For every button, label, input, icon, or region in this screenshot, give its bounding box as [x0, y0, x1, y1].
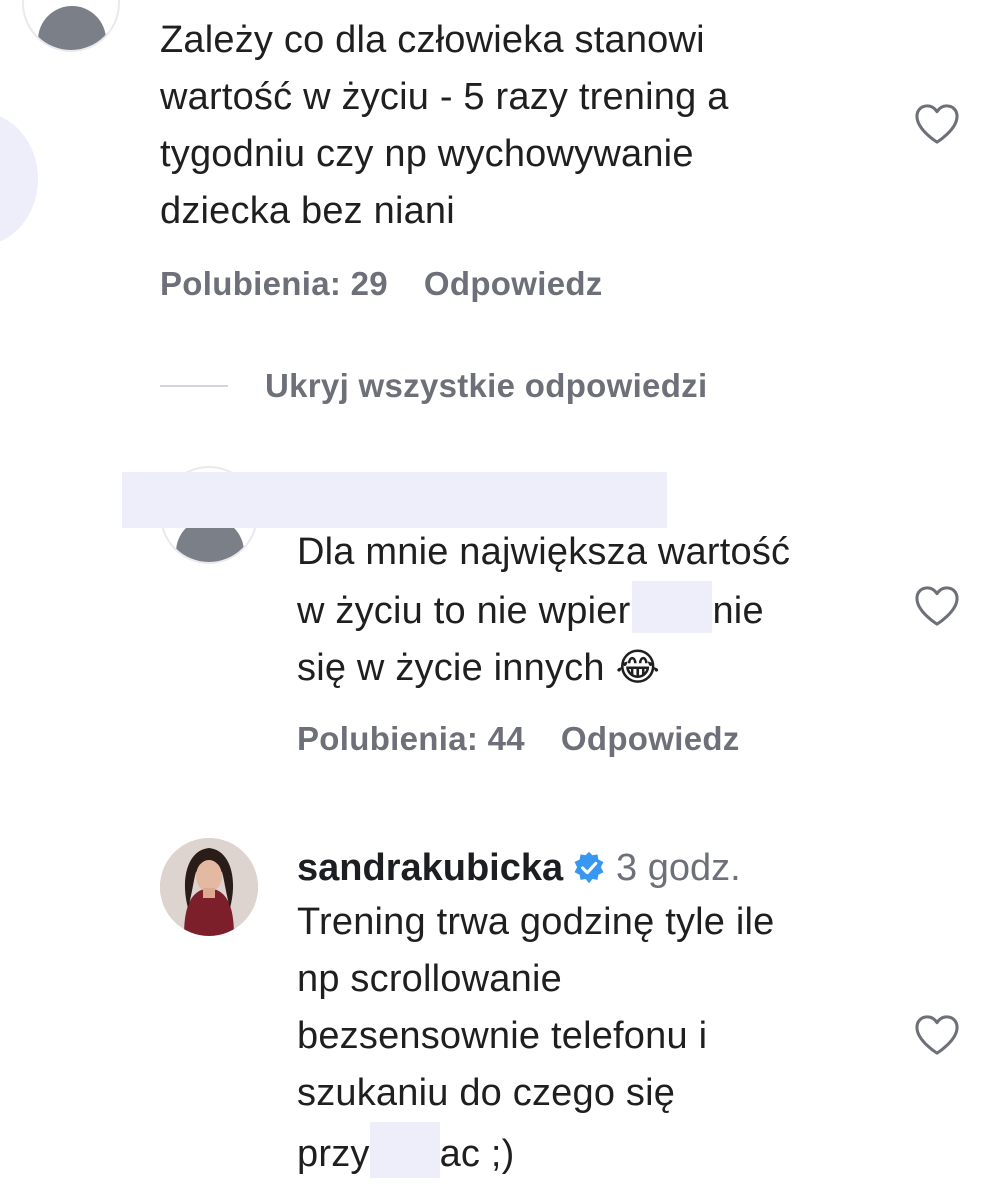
comment-1-line-3: tygodniu czy np wychowywanie: [160, 133, 694, 175]
username-link[interactable]: sandrakubicka: [297, 847, 563, 889]
verified-badge-icon: [574, 851, 604, 884]
avatar[interactable]: [22, 0, 120, 52]
comment-3-line-2: np scrollowanie: [297, 958, 562, 1000]
comment-1-likes[interactable]: Polubienia: 29: [160, 265, 388, 302]
heart-outline-icon: [915, 586, 959, 626]
comment-1-reply-button[interactable]: Odpowiedz: [424, 265, 603, 302]
username-redaction: [122, 472, 667, 528]
hide-replies-button[interactable]: Ukryj wszystkie odpowiedzi: [265, 367, 707, 405]
comment-1-body: Zależy co dla człowieka stanowi wartość …: [160, 12, 900, 240]
heart-outline-icon: [915, 1015, 959, 1055]
comment-2-like-button[interactable]: [914, 585, 960, 632]
comment-3-line-5-start: przy: [297, 1133, 370, 1175]
profile-photo: [160, 838, 258, 936]
comment-2-body: Dla mnie największa wartość w życiu to n…: [297, 524, 897, 697]
avatar-body-shape: [38, 6, 106, 50]
comment-1-meta: Polubienia: 29 Odpowiedz: [160, 265, 639, 303]
comment-1-line-4: dziecka bez niani: [160, 190, 455, 232]
comments-thread: Zależy co dla człowieka stanowi wartość …: [0, 0, 997, 1200]
comment-2-meta: Polubienia: 44 Odpowiedz: [297, 720, 776, 758]
comment-2-likes[interactable]: Polubienia: 44: [297, 720, 525, 757]
comment-3-line-4: szukaniu do czego się: [297, 1072, 676, 1114]
comment-2-line-3: się w życie innych 😂: [297, 640, 897, 697]
text-redaction: [369, 1122, 440, 1178]
comment-2-line-2: w życiu to nie wpier nie: [297, 581, 897, 640]
sandrakubicka-avatar[interactable]: [160, 838, 258, 936]
comment-3-body: Trening trwa godzinę tyle ile np scrollo…: [297, 894, 897, 1183]
comment-3-line-5: przy ac ;): [297, 1122, 897, 1183]
side-bubble: [0, 112, 38, 246]
replies-divider: [160, 385, 228, 387]
comment-1-like-button[interactable]: [914, 103, 960, 150]
comment-2-line-1: Dla mnie największa wartość: [297, 531, 791, 573]
comment-3-line-3: bezsensownie telefonu i: [297, 1015, 708, 1057]
comment-2-line-3-text: się w życie innych: [297, 647, 605, 689]
laughing-emoji-icon: 😂: [615, 647, 661, 689]
comment-2-line-2-end: nie: [712, 590, 764, 632]
heart-outline-icon: [915, 104, 959, 144]
comment-1-line-2: wartość w życiu - 5 razy trening a: [160, 76, 729, 118]
comment-3-line-5-end: ac ;): [439, 1133, 515, 1175]
comment-2-reply-button[interactable]: Odpowiedz: [561, 720, 740, 757]
comment-3-line-1: Trening trwa godzinę tyle ile: [297, 901, 775, 943]
comment-timestamp: 3 godz.: [616, 847, 741, 889]
comment-3-like-button[interactable]: [914, 1014, 960, 1061]
comment-1-line-1: Zależy co dla człowieka stanowi: [160, 19, 705, 61]
text-redaction: [632, 581, 713, 633]
comment-3-header: sandrakubicka 3 godz.: [297, 840, 897, 897]
comment-2-line-2-start: w życiu to nie wpier: [297, 590, 631, 632]
